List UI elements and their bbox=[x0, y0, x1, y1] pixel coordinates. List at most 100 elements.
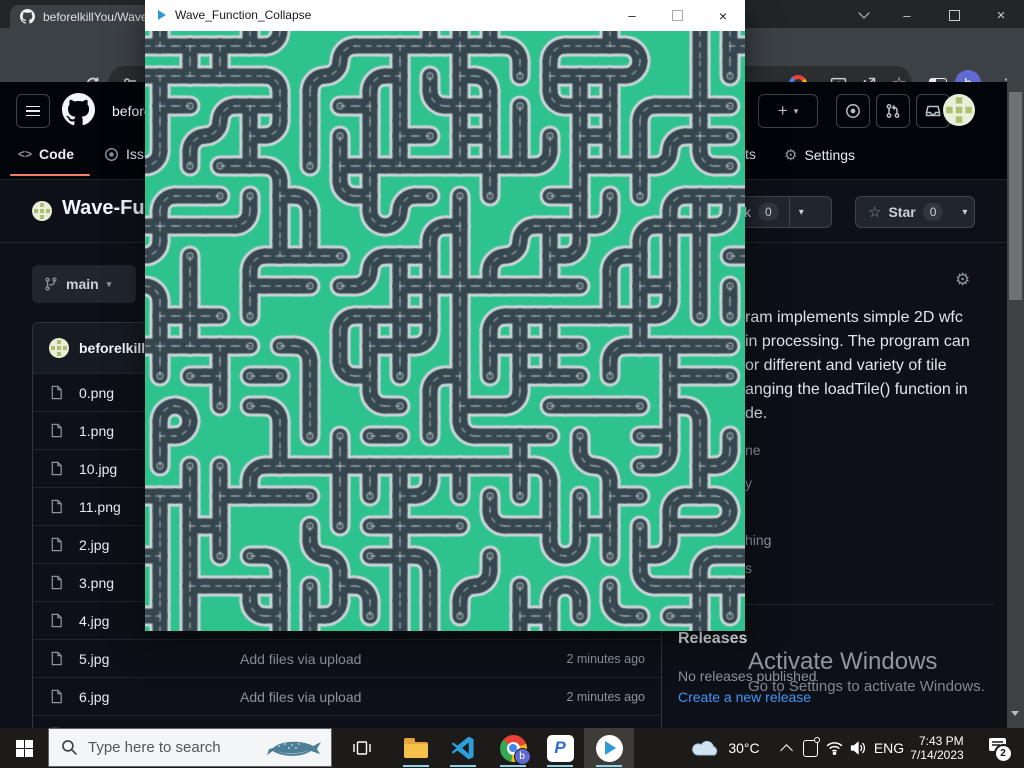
app-close-button[interactable]: × bbox=[708, 0, 738, 31]
github-favicon-icon bbox=[20, 9, 35, 24]
gear-icon: ⚙ bbox=[784, 146, 797, 164]
start-button[interactable] bbox=[0, 728, 48, 768]
tab-search-icon[interactable] bbox=[851, 6, 877, 24]
about-line-2: in processing. The program can bbox=[745, 333, 970, 351]
screen: beforelkillYou/Wave_Function_Collapse – … bbox=[0, 0, 1024, 768]
app-minimize-button[interactable]: – bbox=[617, 0, 647, 31]
wfc-canvas bbox=[145, 31, 745, 631]
code-icon: <> bbox=[18, 147, 32, 161]
wifi-icon[interactable] bbox=[822, 728, 846, 768]
chrome-icon: b bbox=[500, 735, 527, 762]
processing-icon: P bbox=[547, 735, 574, 762]
file-icon bbox=[49, 461, 64, 476]
releases-title: Releases bbox=[678, 630, 747, 648]
about-link-watching-fragment[interactable]: hing bbox=[745, 532, 771, 548]
weather-icon[interactable] bbox=[688, 728, 724, 768]
branch-icon bbox=[44, 277, 58, 291]
file-icon bbox=[49, 499, 64, 514]
branch-selector[interactable]: main ▾ bbox=[32, 265, 136, 303]
github-logo-icon[interactable] bbox=[62, 93, 95, 126]
user-avatar[interactable] bbox=[943, 94, 975, 126]
scrollbar-thumb[interactable] bbox=[1009, 92, 1022, 300]
fork-dropdown-caret[interactable]: ▾ bbox=[790, 207, 813, 218]
file-name[interactable]: 10.jpg bbox=[79, 461, 117, 477]
search-icon bbox=[61, 739, 78, 756]
language-indicator[interactable]: ENG bbox=[872, 728, 906, 768]
issues-icon-button[interactable] bbox=[836, 94, 870, 128]
file-icon bbox=[49, 575, 64, 590]
app-maximize-button[interactable] bbox=[662, 0, 692, 31]
file-name[interactable]: 11.png bbox=[79, 499, 121, 515]
tab-code[interactable]: <> Code bbox=[18, 146, 74, 162]
tab-insights-fragment[interactable]: ts bbox=[745, 146, 756, 162]
file-name[interactable]: 4.jpg bbox=[79, 613, 109, 629]
about-link-readme-fragment[interactable]: ne bbox=[745, 442, 761, 458]
file-icon bbox=[49, 537, 64, 552]
about-link-forks-fragment[interactable]: s bbox=[745, 560, 752, 576]
page-scrollbar[interactable] bbox=[1007, 82, 1024, 728]
active-tab-underline bbox=[10, 174, 90, 176]
star-button[interactable]: ☆ Star 0 ▾ bbox=[855, 196, 975, 228]
file-icon bbox=[49, 651, 64, 666]
about-gear-icon[interactable]: ⚙ bbox=[955, 270, 970, 290]
file-name[interactable]: 5.jpg bbox=[79, 651, 109, 667]
branch-name: main bbox=[66, 276, 99, 292]
notification-center-button[interactable]: 2 bbox=[980, 728, 1014, 768]
activate-windows-watermark: Activate Windows bbox=[748, 648, 937, 676]
browser-close-button[interactable]: × bbox=[988, 6, 1014, 24]
task-view-icon bbox=[352, 739, 372, 757]
branch-caret: ▾ bbox=[107, 279, 112, 290]
star-dropdown-caret[interactable]: ▾ bbox=[953, 207, 976, 218]
windows-logo-icon bbox=[16, 740, 33, 757]
about-line-4: anging the loadTile() function in bbox=[745, 381, 968, 399]
volume-icon[interactable] bbox=[846, 728, 870, 768]
about-line-3: or different and variety of tile bbox=[745, 357, 947, 375]
pull-requests-icon-button[interactable] bbox=[876, 94, 910, 128]
repo-owner-avatar bbox=[32, 201, 52, 221]
search-placeholder: Type here to search bbox=[88, 739, 221, 756]
hamburger-menu-icon[interactable] bbox=[16, 94, 50, 128]
table-row[interactable]: 5.jpg Add files via upload 2 minutes ago bbox=[33, 639, 661, 677]
whale-shark-image bbox=[265, 738, 323, 762]
clock[interactable]: 7:43 PM7/14/2023 bbox=[906, 728, 968, 768]
file-name[interactable]: 3.png bbox=[79, 575, 114, 591]
taskbar-processing[interactable]: P bbox=[540, 728, 580, 768]
tray-device-icon[interactable] bbox=[798, 728, 822, 768]
about-link-activity-fragment[interactable]: y bbox=[745, 475, 752, 491]
app-title-bar[interactable]: Wave_Function_Collapse – × bbox=[145, 0, 745, 31]
taskbar-sketch-window-active[interactable] bbox=[584, 728, 634, 768]
about-line-5: de. bbox=[745, 405, 767, 423]
vscode-icon bbox=[450, 735, 476, 761]
file-name[interactable]: 0.png bbox=[79, 385, 114, 401]
create-new-button[interactable]: +▾ bbox=[758, 94, 818, 128]
clock-date: 7/14/2023 bbox=[910, 748, 963, 762]
commit-message[interactable]: Add files via upload bbox=[240, 651, 361, 667]
star-icon: ☆ bbox=[868, 203, 881, 221]
taskbar-vscode[interactable] bbox=[443, 728, 483, 768]
table-row[interactable]: 6.jpg Add files via upload 2 minutes ago bbox=[33, 677, 661, 715]
file-icon bbox=[49, 613, 64, 628]
commit-time: 2 minutes ago bbox=[566, 652, 645, 666]
file-icon bbox=[49, 423, 64, 438]
tab-settings[interactable]: ⚙ Settings bbox=[784, 146, 855, 164]
temperature-text[interactable]: 30°C bbox=[724, 728, 764, 768]
commit-message[interactable]: Add files via upload bbox=[240, 689, 361, 705]
file-icon bbox=[49, 689, 64, 704]
task-view-button[interactable] bbox=[342, 728, 382, 768]
taskbar-file-explorer[interactable] bbox=[396, 728, 436, 768]
taskbar: Type here to search b P bbox=[0, 728, 1024, 768]
file-icon bbox=[49, 385, 64, 400]
taskbar-chrome[interactable]: b bbox=[493, 728, 533, 768]
browser-restore-button[interactable] bbox=[941, 6, 967, 24]
clock-time: 7:43 PM bbox=[910, 734, 963, 748]
commit-author-avatar[interactable] bbox=[49, 338, 69, 358]
file-name[interactable]: 6.jpg bbox=[79, 689, 109, 705]
app-window-title: Wave_Function_Collapse bbox=[175, 8, 311, 22]
file-name[interactable]: 1.png bbox=[79, 423, 114, 439]
commit-time: 2 minutes ago bbox=[566, 690, 645, 704]
search-input[interactable]: Type here to search bbox=[48, 728, 332, 767]
tray-expand-icon[interactable] bbox=[774, 728, 798, 768]
sketch-play-icon bbox=[158, 10, 166, 20]
file-name[interactable]: 2.jpg bbox=[79, 537, 109, 553]
browser-minimize-button[interactable]: – bbox=[894, 6, 920, 24]
